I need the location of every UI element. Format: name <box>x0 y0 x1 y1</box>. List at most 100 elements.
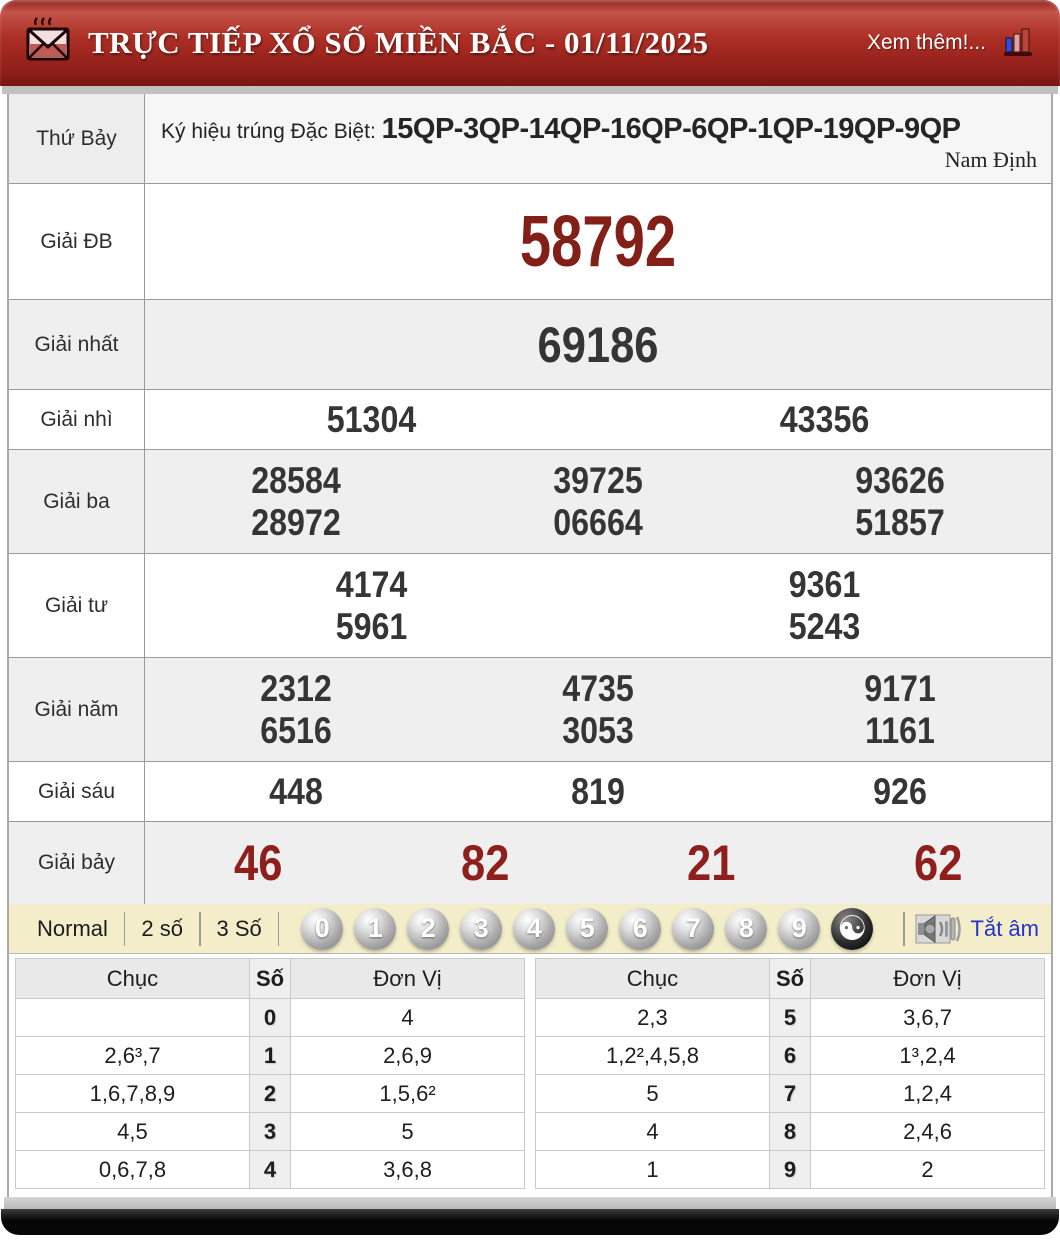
donvi-cell: 2,4,6 <box>810 1112 1045 1151</box>
page-title: TRỰC TIẾP XỔ SỐ MIỀN BẮC - 01/11/2025 <box>88 25 709 60</box>
mode-button-2so[interactable]: 2 số <box>125 916 199 942</box>
header-bar: TRỰC TIẾP XỔ SỐ MIỀN BẮC - 01/11/2025 Xe… <box>0 0 1060 86</box>
col-header-chuc: Chục <box>535 958 770 999</box>
summary-header-row: Chục Số Đơn Vị <box>535 958 1045 999</box>
ball-9[interactable]: 9 <box>778 907 821 950</box>
prize-number: 43356 <box>779 398 870 440</box>
so-cell: 4 <box>248 1150 292 1189</box>
prize-label: Giải ĐB <box>9 184 145 299</box>
divider <box>277 911 280 946</box>
prize-number: 819 <box>571 770 625 812</box>
donvi-cell: 5 <box>290 1112 525 1151</box>
mode-button-3so[interactable]: 3 Số <box>201 916 278 942</box>
bar-chart-icon[interactable] <box>1000 26 1034 60</box>
summary-table-left: Chục Số Đơn Vị 0 4 2,6³,7 1 2,6,9 1,6,7,… <box>15 958 525 1189</box>
prize-label: Giải nhì <box>9 390 145 449</box>
prize-number: 28584 <box>251 459 341 501</box>
prize-label: Giải ba <box>9 450 145 553</box>
prize-row-sixth: Giải sáu 448 819 926 <box>9 762 1051 822</box>
special-sign-cell: Ký hiệu trúng Đặc Biệt: 15QP-3QP-14QP-16… <box>145 94 1051 183</box>
so-cell: 0 <box>248 998 292 1037</box>
prize-number: 06664 <box>553 501 643 543</box>
ball-6[interactable]: 6 <box>619 907 662 950</box>
chuc-cell: 0,6,7,8 <box>15 1150 250 1189</box>
prize-number: 9361 <box>788 563 861 605</box>
prize-row-fifth: Giải năm 2312 4735 9171 6516 3053 1161 <box>9 658 1051 762</box>
ball-1[interactable]: 1 <box>354 907 397 950</box>
chuc-cell: 2,3 <box>535 998 770 1037</box>
ball-7[interactable]: 7 <box>672 907 715 950</box>
weekday-label: Thứ Bảy <box>9 94 145 183</box>
see-more-link[interactable]: Xem thêm!... <box>867 31 986 55</box>
prize-label: Giải sáu <box>9 762 145 821</box>
col-header-donvi: Đơn Vị <box>810 958 1045 999</box>
frame-strip-bottom <box>4 1197 1056 1209</box>
summary-table-right: Chục Số Đơn Vị 2,3 5 3,6,7 1,2²,4,5,8 6 … <box>535 958 1045 1189</box>
results-table: Thứ Bảy Ký hiệu trúng Đặc Biệt: 15QP-3QP… <box>7 94 1053 1197</box>
divider <box>903 911 905 946</box>
speaker-icon[interactable] <box>915 913 961 945</box>
ball-0[interactable]: 0 <box>301 907 344 950</box>
ball-2[interactable]: 2 <box>407 907 450 950</box>
donvi-cell: 2,6,9 <box>290 1036 525 1075</box>
so-cell: 1 <box>248 1036 292 1075</box>
table-row: 1,2²,4,5,8 6 1³,2,4 <box>535 1036 1045 1075</box>
so-cell: 8 <box>768 1112 812 1151</box>
prize-number: 1161 <box>865 709 935 751</box>
so-cell: 9 <box>768 1150 812 1189</box>
prize-number: 58792 <box>519 201 677 282</box>
so-cell: 6 <box>768 1036 812 1075</box>
chuc-cell: 1,2²,4,5,8 <box>535 1036 770 1075</box>
special-sign-text: Ký hiệu trúng Đặc Biệt: 15QP-3QP-14QP-16… <box>161 102 1037 157</box>
prize-number: 21 <box>687 835 736 891</box>
donvi-cell: 1³,2,4 <box>810 1036 1045 1075</box>
ball-5[interactable]: 5 <box>566 907 609 950</box>
prize-number: 69186 <box>537 316 659 373</box>
chuc-cell: 1 <box>535 1150 770 1189</box>
mute-button[interactable]: Tắt âm <box>971 916 1039 942</box>
prize-row-seventh: Giải bảy 46 82 21 62 <box>9 822 1051 904</box>
so-cell: 3 <box>248 1112 292 1151</box>
mode-button-normal[interactable]: Normal <box>21 916 124 942</box>
mute-control: Tắt âm <box>903 911 1039 946</box>
prize-number: 926 <box>873 770 927 812</box>
ball-3[interactable]: 3 <box>460 907 503 950</box>
ball-8[interactable]: 8 <box>725 907 768 950</box>
envelope-icon <box>26 17 70 69</box>
col-header-so: Số <box>768 958 812 999</box>
prize-number: 448 <box>269 770 323 812</box>
so-cell: 5 <box>768 998 812 1037</box>
prize-label: Giải năm <box>9 658 145 761</box>
donvi-cell: 3,6,8 <box>290 1150 525 1189</box>
prize-row-third: Giải ba 28584 39725 93626 28972 06664 51… <box>9 450 1051 554</box>
table-row: 0,6,7,8 4 3,6,8 <box>15 1150 525 1189</box>
donvi-cell: 1,5,6² <box>290 1074 525 1113</box>
special-sign-label: Ký hiệu trúng Đặc Biệt: <box>161 120 376 143</box>
prize-label: Giải tư <box>9 554 145 657</box>
prize-number: 28972 <box>251 501 341 543</box>
prize-number: 9171 <box>864 667 936 709</box>
prize-number: 39725 <box>553 459 643 501</box>
chuc-cell: 2,6³,7 <box>15 1036 250 1075</box>
so-cell: 2 <box>248 1074 292 1113</box>
chuc-cell: 5 <box>535 1074 770 1113</box>
summary-header-row: Chục Số Đơn Vị <box>15 958 525 999</box>
prize-row-second: Giải nhì 51304 43356 <box>9 390 1051 450</box>
table-row: 2,6³,7 1 2,6,9 <box>15 1036 525 1075</box>
col-header-so: Số <box>248 958 292 999</box>
prize-number: 5961 <box>335 605 408 647</box>
prize-row-fourth: Giải tư 4174 9361 5961 5243 <box>9 554 1051 658</box>
prize-number: 82 <box>460 835 509 891</box>
donvi-cell: 2 <box>810 1150 1045 1189</box>
yin-yang-icon[interactable]: ☯ <box>831 907 874 950</box>
col-header-chuc: Chục <box>15 958 250 999</box>
chuc-cell <box>15 998 250 1037</box>
province-label: Nam Định <box>944 147 1037 172</box>
ball-4[interactable]: 4 <box>513 907 556 950</box>
prize-number: 2312 <box>260 667 332 709</box>
chuc-cell: 4,5 <box>15 1112 250 1151</box>
table-row: 4 8 2,4,6 <box>535 1112 1045 1151</box>
frame-bottom-bar <box>1 1209 1059 1235</box>
table-row: 0 4 <box>15 998 525 1037</box>
donvi-cell: 3,6,7 <box>810 998 1045 1037</box>
